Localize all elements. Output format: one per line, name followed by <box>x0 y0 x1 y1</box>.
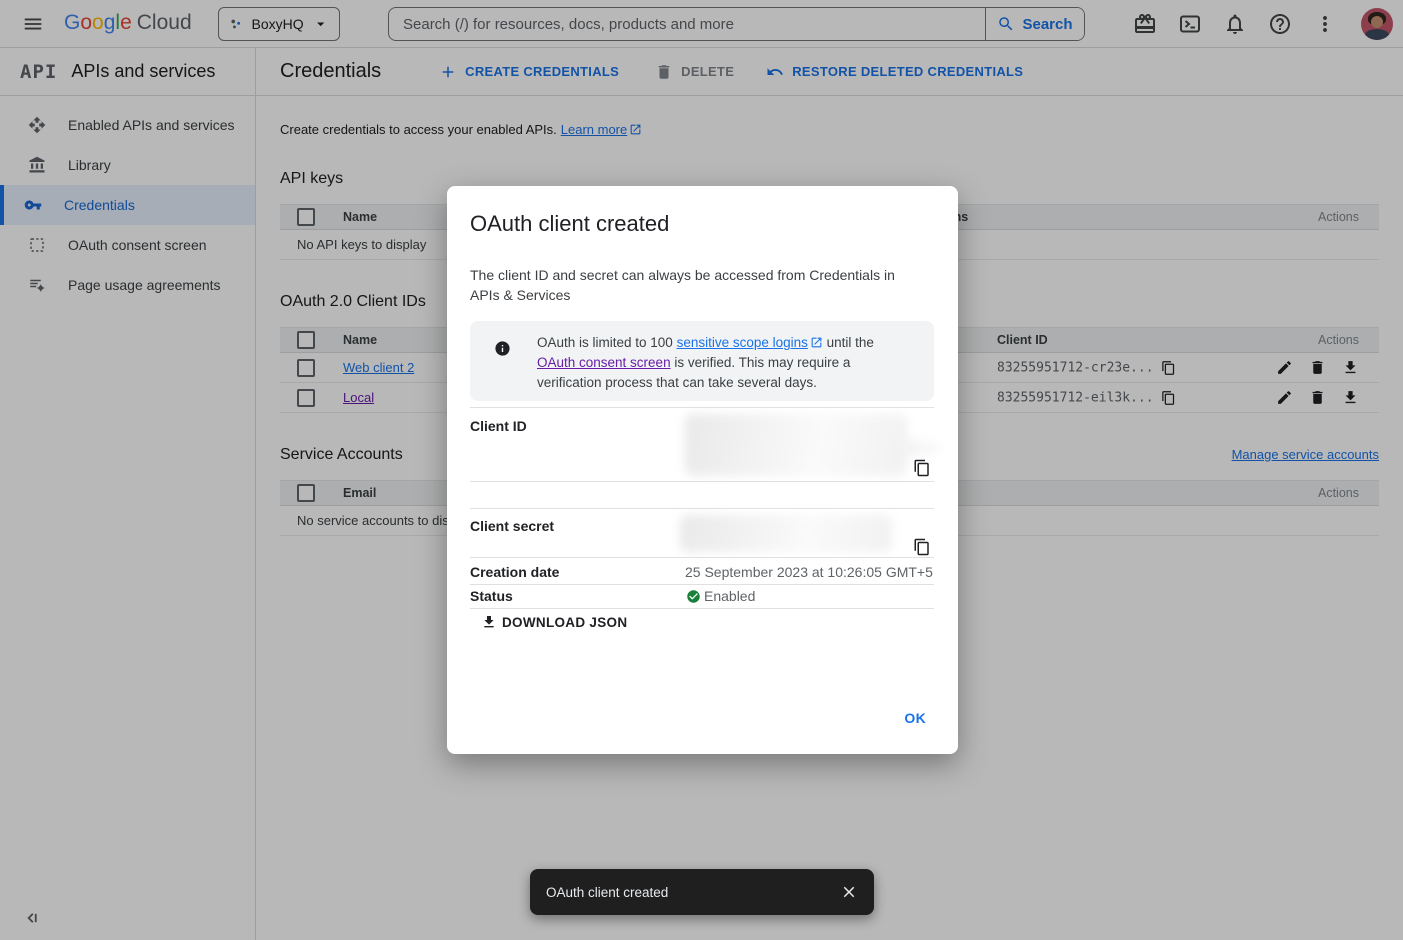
dialog-title: OAuth client created <box>470 211 669 237</box>
client-id-redacted-value <box>685 414 907 476</box>
sensitive-scope-logins-link[interactable]: sensitive scope logins <box>677 335 823 350</box>
divider <box>470 481 934 482</box>
client-secret-label: Client secret <box>470 518 554 534</box>
copy-client-id-icon[interactable] <box>913 459 931 477</box>
notice-mid: until the <box>823 335 874 350</box>
status-badge: Enabled <box>686 588 755 604</box>
download-icon <box>481 614 497 630</box>
client-id-redacted-value <box>905 441 937 455</box>
creation-date-value: 25 September 2023 at 10:26:05 GMT+5 <box>685 564 933 580</box>
creation-date-label: Creation date <box>470 564 559 580</box>
divider <box>470 608 934 609</box>
notice-pre: OAuth is limited to 100 <box>537 335 677 350</box>
client-secret-redacted-value <box>680 515 892 552</box>
dialog-description: The client ID and secret can always be a… <box>470 265 918 305</box>
oauth-client-created-dialog: OAuth client created The client ID and s… <box>447 186 958 754</box>
download-json-button[interactable]: DOWNLOAD JSON <box>481 614 627 630</box>
ok-button[interactable]: OK <box>896 704 934 732</box>
toast-message: OAuth client created <box>546 885 840 900</box>
status-label: Status <box>470 588 513 604</box>
divider <box>470 508 934 509</box>
download-json-label: DOWNLOAD JSON <box>502 615 627 630</box>
notice-text: OAuth is limited to 100 sensitive scope … <box>537 333 915 393</box>
divider <box>470 584 934 585</box>
notice-box: OAuth is limited to 100 sensitive scope … <box>470 321 934 401</box>
divider <box>470 407 934 408</box>
external-link-icon <box>810 336 823 349</box>
divider <box>470 557 934 558</box>
copy-client-secret-icon[interactable] <box>913 538 931 556</box>
toast: OAuth client created <box>530 869 874 915</box>
oauth-consent-screen-link[interactable]: OAuth consent screen <box>537 355 671 370</box>
close-icon[interactable] <box>840 883 858 901</box>
status-value: Enabled <box>704 588 755 604</box>
notice-link1-label: sensitive scope logins <box>677 335 808 350</box>
info-icon <box>494 340 511 357</box>
check-circle-icon <box>686 589 701 604</box>
client-id-label: Client ID <box>470 418 527 434</box>
